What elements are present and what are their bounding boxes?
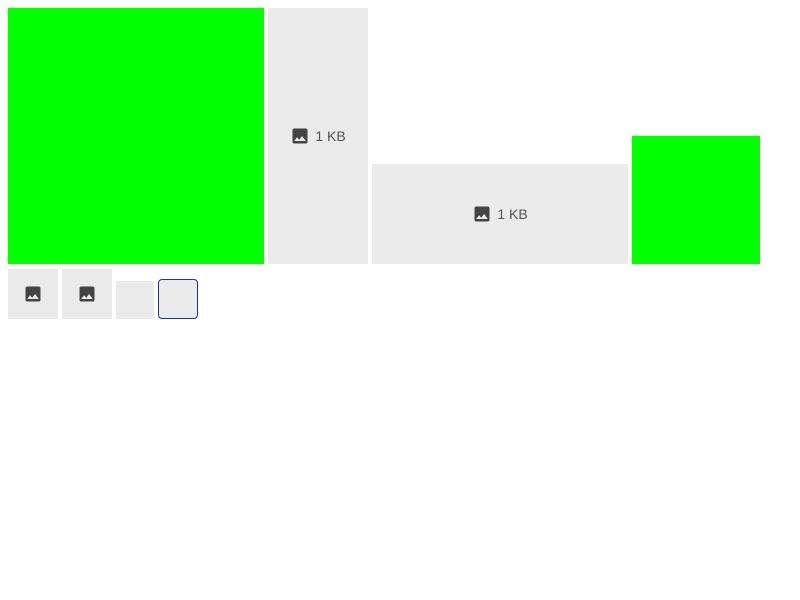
gallery-image-1[interactable] [8, 8, 264, 264]
gallery-thumb-1[interactable] [8, 269, 58, 319]
image-icon [23, 284, 43, 304]
image-icon [290, 126, 310, 146]
file-size-label: 1 KB [315, 128, 346, 144]
image-icon [77, 284, 97, 304]
file-size-label: 1 KB [497, 206, 528, 222]
gallery-image-2[interactable] [632, 136, 760, 264]
image-gallery: 1 KB 1 KB [0, 0, 800, 600]
gallery-thumb-3[interactable] [116, 281, 154, 319]
gallery-thumb-2[interactable] [62, 269, 112, 319]
image-icon [472, 204, 492, 224]
gallery-thumb-4-focused[interactable] [158, 279, 198, 319]
gallery-placeholder-2[interactable]: 1 KB [372, 164, 628, 264]
gallery-placeholder-1[interactable]: 1 KB [268, 8, 368, 264]
